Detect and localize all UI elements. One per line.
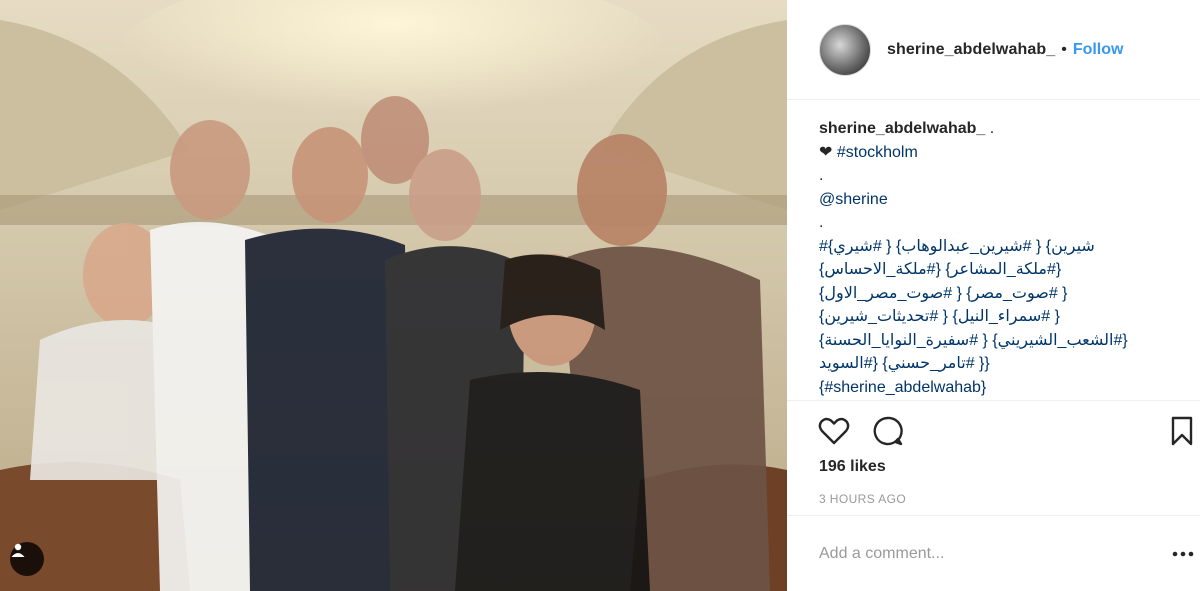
action-bar xyxy=(787,400,1200,460)
mention-sherine[interactable]: @sherine xyxy=(819,188,1181,212)
hashtag-line[interactable]: { #صوت_مصر} { #صوت_مصر_الاول} xyxy=(819,282,1181,306)
caption-dot-2: . xyxy=(819,214,824,231)
hashtag-line[interactable]: {#sherine_abdelwahab} xyxy=(819,376,1181,400)
caption-username[interactable]: sherine_abdelwahab_ xyxy=(819,120,985,137)
post-timestamp: 3 HOURS AGO xyxy=(819,492,907,506)
heart-emoji: ❤ xyxy=(819,143,833,161)
hashtag-line[interactable]: {{ #تامر_حسني} {#السويد xyxy=(819,352,1181,376)
caption-dot-1: . xyxy=(819,167,824,184)
comment-bar xyxy=(787,515,1200,591)
post-caption: sherine_abdelwahab_ . ❤ #stockholm . @sh… xyxy=(819,117,1181,402)
speech-bubble-icon[interactable] xyxy=(871,414,905,448)
comment-input[interactable] xyxy=(819,542,1139,566)
header-separator: • xyxy=(1061,40,1067,58)
post-side-panel: sherine_abdelwahab_ • Follow sherine_abd… xyxy=(787,0,1200,591)
photo-scene xyxy=(0,0,787,591)
likes-count[interactable]: 196 likes xyxy=(819,458,886,476)
hashtag-line[interactable]: شيرين} { #شيرين_عبدالوهاب} { #شيري}# xyxy=(819,235,1181,259)
caption-owner-suffix: . xyxy=(989,120,995,137)
bookmark-icon[interactable] xyxy=(1165,414,1199,448)
more-options-icon[interactable] xyxy=(1171,542,1195,566)
avatar[interactable] xyxy=(819,23,871,76)
heart-outline-icon[interactable] xyxy=(817,414,851,448)
user-tag-icon[interactable] xyxy=(10,542,44,576)
hashtag-line[interactable]: {#الشعب_الشيريني} { #سفيرة_النوايا_الحسن… xyxy=(819,329,1181,353)
hashtag-line[interactable]: { #سمراء_النيل} { #تحديثات_شيرين} xyxy=(819,305,1181,329)
header-username[interactable]: sherine_abdelwahab_ xyxy=(887,41,1055,59)
follow-button[interactable]: Follow xyxy=(1073,41,1124,59)
hashtag-line[interactable]: {#ملكة_المشاعر} {#ملكة_الاحساس} xyxy=(819,258,1181,282)
hashtag-stockholm[interactable]: #stockholm xyxy=(837,144,918,161)
post-photo[interactable] xyxy=(0,0,787,591)
post-header: sherine_abdelwahab_ • Follow xyxy=(787,0,1200,100)
